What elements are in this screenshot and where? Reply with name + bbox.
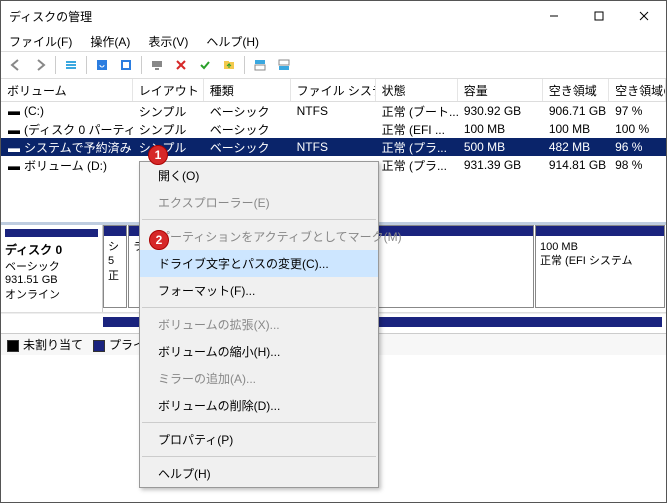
disk0-status: オンライン — [5, 286, 98, 302]
toolbar — [1, 51, 666, 79]
col-freepct[interactable]: 空き領域の — [609, 79, 666, 101]
volume-icon: ▬ — [7, 104, 21, 118]
ctx-shrink[interactable]: ボリュームの縮小(H)... — [140, 338, 378, 365]
view-bottom-icon[interactable] — [273, 54, 295, 76]
table-row[interactable]: ▬(ディスク 0 パーティショ... シンプル ベーシック 正常 (EFI ..… — [1, 120, 666, 138]
ctx-explorer[interactable]: エクスプローラー(E) — [140, 189, 378, 216]
col-capacity[interactable]: 容量 — [458, 79, 543, 101]
annotation-badge-2: 2 — [149, 230, 169, 250]
delete-icon[interactable] — [170, 54, 192, 76]
disk1-label[interactable] — [1, 314, 103, 333]
partition-bar — [536, 226, 664, 236]
computer-icon[interactable] — [146, 54, 168, 76]
col-filesystem[interactable]: ファイル システム — [291, 79, 376, 101]
close-button[interactable] — [621, 1, 666, 31]
col-volume[interactable]: ボリューム — [1, 79, 133, 101]
ctx-format[interactable]: フォーマット(F)... — [140, 277, 378, 304]
toolbar-divider — [86, 56, 87, 74]
disk0-label: ディスク 0 — [5, 241, 98, 258]
disk0-size: 931.51 GB — [5, 274, 98, 286]
checkmark-icon[interactable] — [194, 54, 216, 76]
view-list-icon[interactable] — [60, 54, 82, 76]
refresh-icon[interactable] — [91, 54, 113, 76]
column-header-row: ボリューム レイアウト 種類 ファイル システム 状態 容量 空き領域 空き領域… — [1, 79, 666, 102]
context-menu: 開く(O) エクスプローラー(E) パーティションをアクティブとしてマーク(M)… — [139, 161, 379, 488]
ctx-separator — [142, 456, 376, 457]
col-free[interactable]: 空き領域 — [543, 79, 609, 101]
disk-management-window: ディスクの管理 ファイル(F) 操作(A) 表示(V) ヘルプ(H) — [0, 0, 667, 503]
disk0-header[interactable]: ディスク 0 ベーシック 931.51 GB オンライン — [1, 225, 103, 312]
ctx-properties[interactable]: プロパティ(P) — [140, 426, 378, 453]
legend-black-box — [7, 340, 19, 352]
maximize-button[interactable] — [576, 1, 621, 31]
toolbar-divider — [141, 56, 142, 74]
volume-icon: ▬ — [7, 123, 21, 137]
table-row-selected[interactable]: ▬システムで予約済み シンプル ベーシック NTFS 正常 (プラ... 500… — [1, 138, 666, 156]
window-title: ディスクの管理 — [9, 8, 92, 25]
ctx-change-letter[interactable]: ドライブ文字とパスの変更(C)... — [140, 250, 378, 277]
toolbar-divider — [55, 56, 56, 74]
back-button[interactable] — [5, 54, 27, 76]
partition[interactable]: 100 MB 正常 (EFI システム — [535, 225, 665, 308]
menu-file[interactable]: ファイル(F) — [5, 31, 76, 52]
disk0-type: ベーシック — [5, 258, 98, 274]
menu-help[interactable]: ヘルプ(H) — [202, 31, 263, 52]
partition[interactable]: シ 5 正 — [103, 225, 127, 308]
ctx-separator — [142, 422, 376, 423]
annotation-badge-1: 1 — [148, 145, 168, 165]
ctx-mark-active[interactable]: パーティションをアクティブとしてマーク(M) — [140, 223, 378, 250]
partition-bar — [104, 226, 126, 236]
ctx-mirror[interactable]: ミラーの追加(A)... — [140, 365, 378, 392]
settings-icon[interactable] — [115, 54, 137, 76]
ctx-separator — [142, 307, 376, 308]
col-layout[interactable]: レイアウト — [133, 79, 204, 101]
titlebar: ディスクの管理 — [1, 1, 666, 31]
ctx-extend[interactable]: ボリュームの拡張(X)... — [140, 311, 378, 338]
volume-icon: ▬ — [7, 159, 21, 173]
ctx-delete[interactable]: ボリュームの削除(D)... — [140, 392, 378, 419]
legend-unallocated: 未割り当て — [7, 336, 83, 353]
forward-button[interactable] — [29, 54, 51, 76]
volume-icon: ▬ — [7, 141, 21, 155]
legend-blue-box — [93, 340, 105, 352]
ctx-help[interactable]: ヘルプ(H) — [140, 460, 378, 487]
col-status[interactable]: 状態 — [376, 79, 458, 101]
menu-view[interactable]: 表示(V) — [144, 31, 192, 52]
table-row[interactable]: ▬(C:) シンプル ベーシック NTFS 正常 (ブート... 930.92 … — [1, 102, 666, 120]
ctx-open[interactable]: 開く(O) — [140, 162, 378, 189]
toolbar-divider — [244, 56, 245, 74]
menubar: ファイル(F) 操作(A) 表示(V) ヘルプ(H) — [1, 31, 666, 51]
col-type[interactable]: 種類 — [204, 79, 291, 101]
disk-header-bar — [5, 229, 98, 237]
ctx-separator — [142, 219, 376, 220]
menu-action[interactable]: 操作(A) — [86, 31, 134, 52]
view-top-icon[interactable] — [249, 54, 271, 76]
window-controls — [531, 1, 666, 31]
minimize-button[interactable] — [531, 1, 576, 31]
folder-icon[interactable] — [218, 54, 240, 76]
